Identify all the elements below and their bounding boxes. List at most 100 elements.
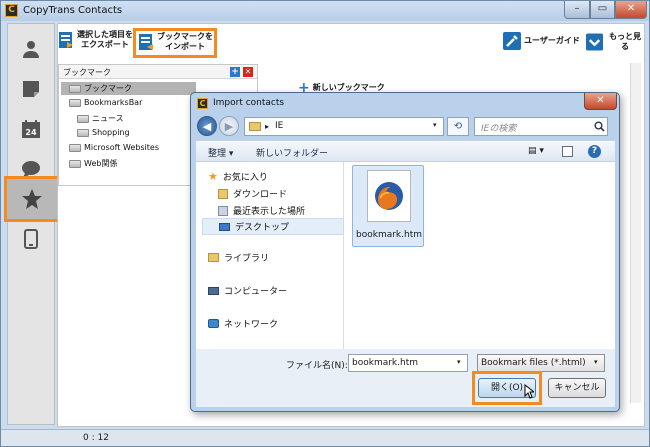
back-button[interactable]: ◀ [197,116,217,136]
more-button[interactable]: もっと見る [586,32,644,52]
file-item-bookmark[interactable]: bookmark.htm [352,165,424,247]
import-bookmarks-button[interactable]: ブックマークを インポート [138,32,213,52]
nav-recent-places[interactable]: 最近表示した場所 [218,204,305,217]
export-selected-button[interactable]: 選択した項目を エクスポート [58,30,133,50]
nav-recent-label: 最近表示した場所 [233,207,306,217]
nav-favorites-label: お気に入り [222,173,268,183]
forward-button[interactable]: ▶ [219,116,239,136]
import-label-line1: ブックマークを [157,32,213,41]
tree-item-microsoft-websites[interactable]: Microsoft Websites [69,143,159,152]
add-bookmark-icon[interactable]: + [230,67,240,77]
dialog-bottom-bar: ファイル名(N): bookmark.htm ▾ Bookmark files … [196,349,615,407]
filetype-select[interactable]: Bookmark files (*.html) ▾ [477,354,605,372]
filename-input[interactable]: bookmark.htm ▾ [348,354,468,372]
chevron-down-icon [586,33,604,51]
nav-desktop[interactable]: デスクトップ [202,218,344,235]
tree-item-bookmarksbar[interactable]: BookmarksBar [69,98,142,107]
nav-libraries-label: ライブラリ [224,254,270,264]
address-path: IE [275,121,284,131]
export-label-line1: 選択した項目を [77,30,133,39]
refresh-button[interactable]: ⟲ [447,117,469,136]
organize-button[interactable]: 整理 ▾ [208,146,233,159]
tree-item-label: ニュース [92,114,124,123]
filename-value: bookmark.htm [352,358,418,368]
tree-item-label: Shopping [92,128,130,137]
search-icon [594,121,605,132]
library-icon [208,253,219,262]
computer-icon [208,286,219,295]
nav-computer[interactable]: コンピューター [208,284,287,297]
tree-item-shopping[interactable]: Shopping [77,128,130,137]
tree-item-root[interactable]: ブックマーク [61,82,196,95]
folder-icon [249,122,261,131]
nav-downloads[interactable]: ダウンロード [218,187,287,200]
folder-icon [69,143,81,152]
tools-icon [503,32,521,50]
dialog-nav-row: ◀ ▶ ▸ IE ▾ ⟲ IEの検索 [197,115,613,139]
delete-bookmark-icon[interactable]: ✕ [243,67,253,77]
maximize-button[interactable]: ▭ [590,1,615,19]
nav-computer-label: コンピューター [224,287,288,297]
status-bar: 0 : 12 [1,429,649,446]
dialog-app-icon: C [197,98,208,109]
nav-calendar-button[interactable]: 24 [10,110,52,148]
export-label: 選択した項目を エクスポート [77,30,133,50]
new-folder-button[interactable]: 新しいフォルダー [256,146,328,159]
search-input[interactable]: IEの検索 [474,117,608,136]
recent-places-icon [218,205,228,216]
left-nav: 24 [4,23,60,425]
import-label: ブックマークを インポート [157,32,213,52]
tree-item-web[interactable]: Web関係 [69,158,117,169]
mouse-cursor-icon [524,384,534,399]
nav-contacts-button[interactable] [10,30,52,68]
preview-pane-icon[interactable] [562,146,573,157]
file-name-label: bookmark.htm [356,230,422,240]
status-time: 0 : 12 [83,433,109,443]
folder-icon [69,159,81,168]
nav-device-button[interactable] [10,220,52,258]
import-dialog: C Import contacts ✕ ◀ ▶ ▸ IE ▾ ⟲ IEの検索 整… [190,92,620,412]
address-bar[interactable]: ▸ IE ▾ [244,117,444,136]
firefox-document-icon [367,170,411,222]
tree-item-news[interactable]: ニュース [77,113,124,124]
folder-icon [69,98,81,107]
person-icon [23,41,39,58]
nav-favorites[interactable]: ★ お気に入り [208,170,268,183]
calendar-icon: 24 [22,120,40,138]
import-label-line2: インポート [165,42,205,51]
nav-network[interactable]: ネットワーク [208,317,278,330]
app-logo-icon: C [5,4,18,17]
nav-libraries[interactable]: ライブラリ [208,251,269,264]
navigation-pane: ★ お気に入り ダウンロード 最近表示した場所 デスクトップ ライブラリ コンピュ… [196,162,344,349]
filename-dropdown-icon[interactable]: ▾ [457,358,461,366]
network-icon [208,319,219,328]
filetype-value: Bookmark files (*.html) [481,358,586,368]
user-guide-label: ユーザーガイド [524,36,580,45]
help-icon[interactable]: ? [588,145,601,158]
desktop-icon [219,222,230,231]
export-icon [59,32,73,48]
phone-icon [24,229,38,249]
tree-item-label: ブックマーク [84,84,132,93]
dialog-title: Import contacts [213,98,285,108]
dialog-close-button[interactable]: ✕ [584,93,617,110]
export-label-line2: エクスポート [81,40,129,49]
nav-bookmarks-button[interactable] [4,176,60,222]
nav-notes-button[interactable] [10,70,52,108]
bookmark-tree-header: ブックマーク + ✕ [59,65,257,79]
star-icon [22,189,42,209]
tree-item-label: BookmarksBar [84,98,143,107]
address-dropdown-icon[interactable]: ▾ [433,121,437,129]
import-bookmarks-highlight: ブックマークを インポート [133,28,217,58]
user-guide-button[interactable]: ユーザーガイド [503,32,580,50]
filetype-dropdown-icon[interactable]: ▾ [594,358,598,366]
command-bar: 整理 ▾ 新しいフォルダー ▤ ▾ ? [196,140,615,162]
cancel-button[interactable]: キャンセル [548,378,606,398]
breadcrumb-separator-icon: ▸ [265,122,270,131]
close-button[interactable]: ✕ [615,1,647,19]
content-scrollbar[interactable] [630,63,641,403]
nav-network-label: ネットワーク [224,320,279,330]
view-options-icon[interactable]: ▤ ▾ [528,146,550,156]
tree-item-label: Web関係 [84,159,118,168]
minimize-button[interactable]: – [564,1,590,19]
